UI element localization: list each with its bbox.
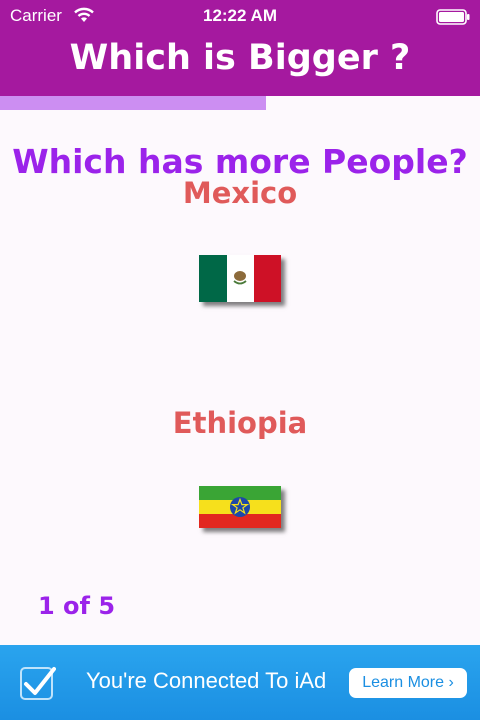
progress-bar <box>0 96 480 110</box>
checkbox-check-icon <box>20 665 56 701</box>
option-b-country-name: Ethiopia <box>172 406 308 440</box>
battery-icon <box>436 9 470 25</box>
page-title: Which is Bigger ? <box>69 38 411 78</box>
option-a-country-name: Mexico <box>182 176 298 210</box>
learn-more-button[interactable]: Learn More › <box>349 668 467 698</box>
ethiopia-flag-icon[interactable] <box>199 486 281 528</box>
iad-banner[interactable]: You're Connected To iAd Learn More › <box>0 645 480 720</box>
question-counter: 1 of 5 <box>38 592 116 620</box>
progress-bar-fill <box>0 96 266 110</box>
quiz-screen: Carrier 12:22 AM Which is Bigger ? Which… <box>0 0 480 720</box>
mexico-flag-icon[interactable] <box>199 255 281 302</box>
header: Carrier 12:22 AM Which is Bigger ? <box>0 0 480 96</box>
status-bar: Carrier 12:22 AM <box>0 0 480 32</box>
status-time: 12:22 AM <box>202 6 277 25</box>
iad-banner-text: You're Connected To iAd <box>86 668 327 693</box>
